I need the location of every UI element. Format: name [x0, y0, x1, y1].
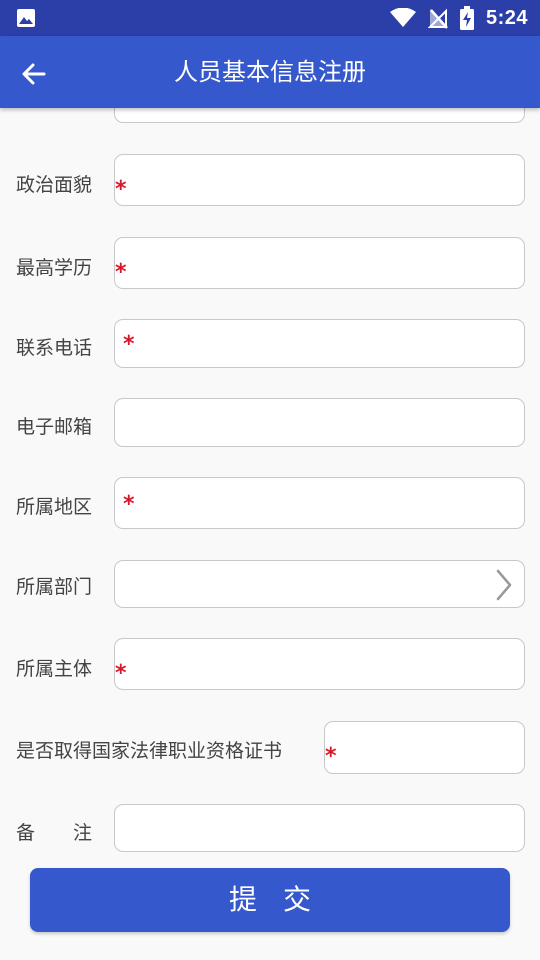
remarks-input[interactable] — [114, 804, 525, 852]
required-mark: * — [115, 661, 127, 686]
required-mark: * — [115, 177, 127, 202]
education-label: 最高学历 — [16, 257, 93, 279]
region-label: 所属地区 — [16, 496, 93, 518]
registration-form: 政治面貌 * 最高学历 * 联系电话 * 电子邮箱 所属地区 * 所属部门 所属… — [0, 108, 540, 960]
legal-certificate-label: 是否取得国家法律职业资格证书 — [16, 740, 283, 762]
status-bar: 5:24 — [0, 0, 540, 36]
email-input[interactable] — [114, 398, 525, 447]
phone-label: 联系电话 — [16, 337, 93, 359]
department-select[interactable] — [114, 560, 525, 608]
no-sim-icon — [427, 8, 448, 29]
email-label: 电子邮箱 — [16, 416, 93, 438]
required-mark: * — [115, 260, 127, 285]
region-input[interactable]: * — [114, 477, 525, 529]
status-time: 5:24 — [485, 6, 528, 29]
previous-field-input[interactable] — [114, 108, 525, 123]
entity-input[interactable]: * — [114, 638, 525, 690]
remarks-label: 备 注 — [16, 822, 93, 844]
phone-input[interactable]: * — [114, 319, 525, 368]
entity-label: 所属主体 — [16, 658, 93, 680]
political-status-input[interactable]: * — [114, 154, 525, 206]
image-icon — [17, 9, 35, 27]
department-label: 所属部门 — [16, 576, 93, 598]
submit-button[interactable]: 提交 — [30, 868, 510, 932]
app-bar: 人员基本信息注册 — [0, 36, 540, 108]
required-mark: * — [325, 744, 337, 769]
page-title: 人员基本信息注册 — [174, 58, 366, 86]
wifi-icon — [389, 8, 416, 27]
required-mark: * — [123, 332, 135, 357]
education-input[interactable]: * — [114, 237, 525, 289]
legal-certificate-input[interactable]: * — [324, 721, 525, 774]
political-status-label: 政治面貌 — [16, 174, 93, 196]
battery-charging-icon — [459, 6, 474, 30]
chevron-right-icon — [496, 569, 512, 601]
submit-label: 提交 — [228, 883, 337, 916]
required-mark: * — [123, 492, 135, 517]
